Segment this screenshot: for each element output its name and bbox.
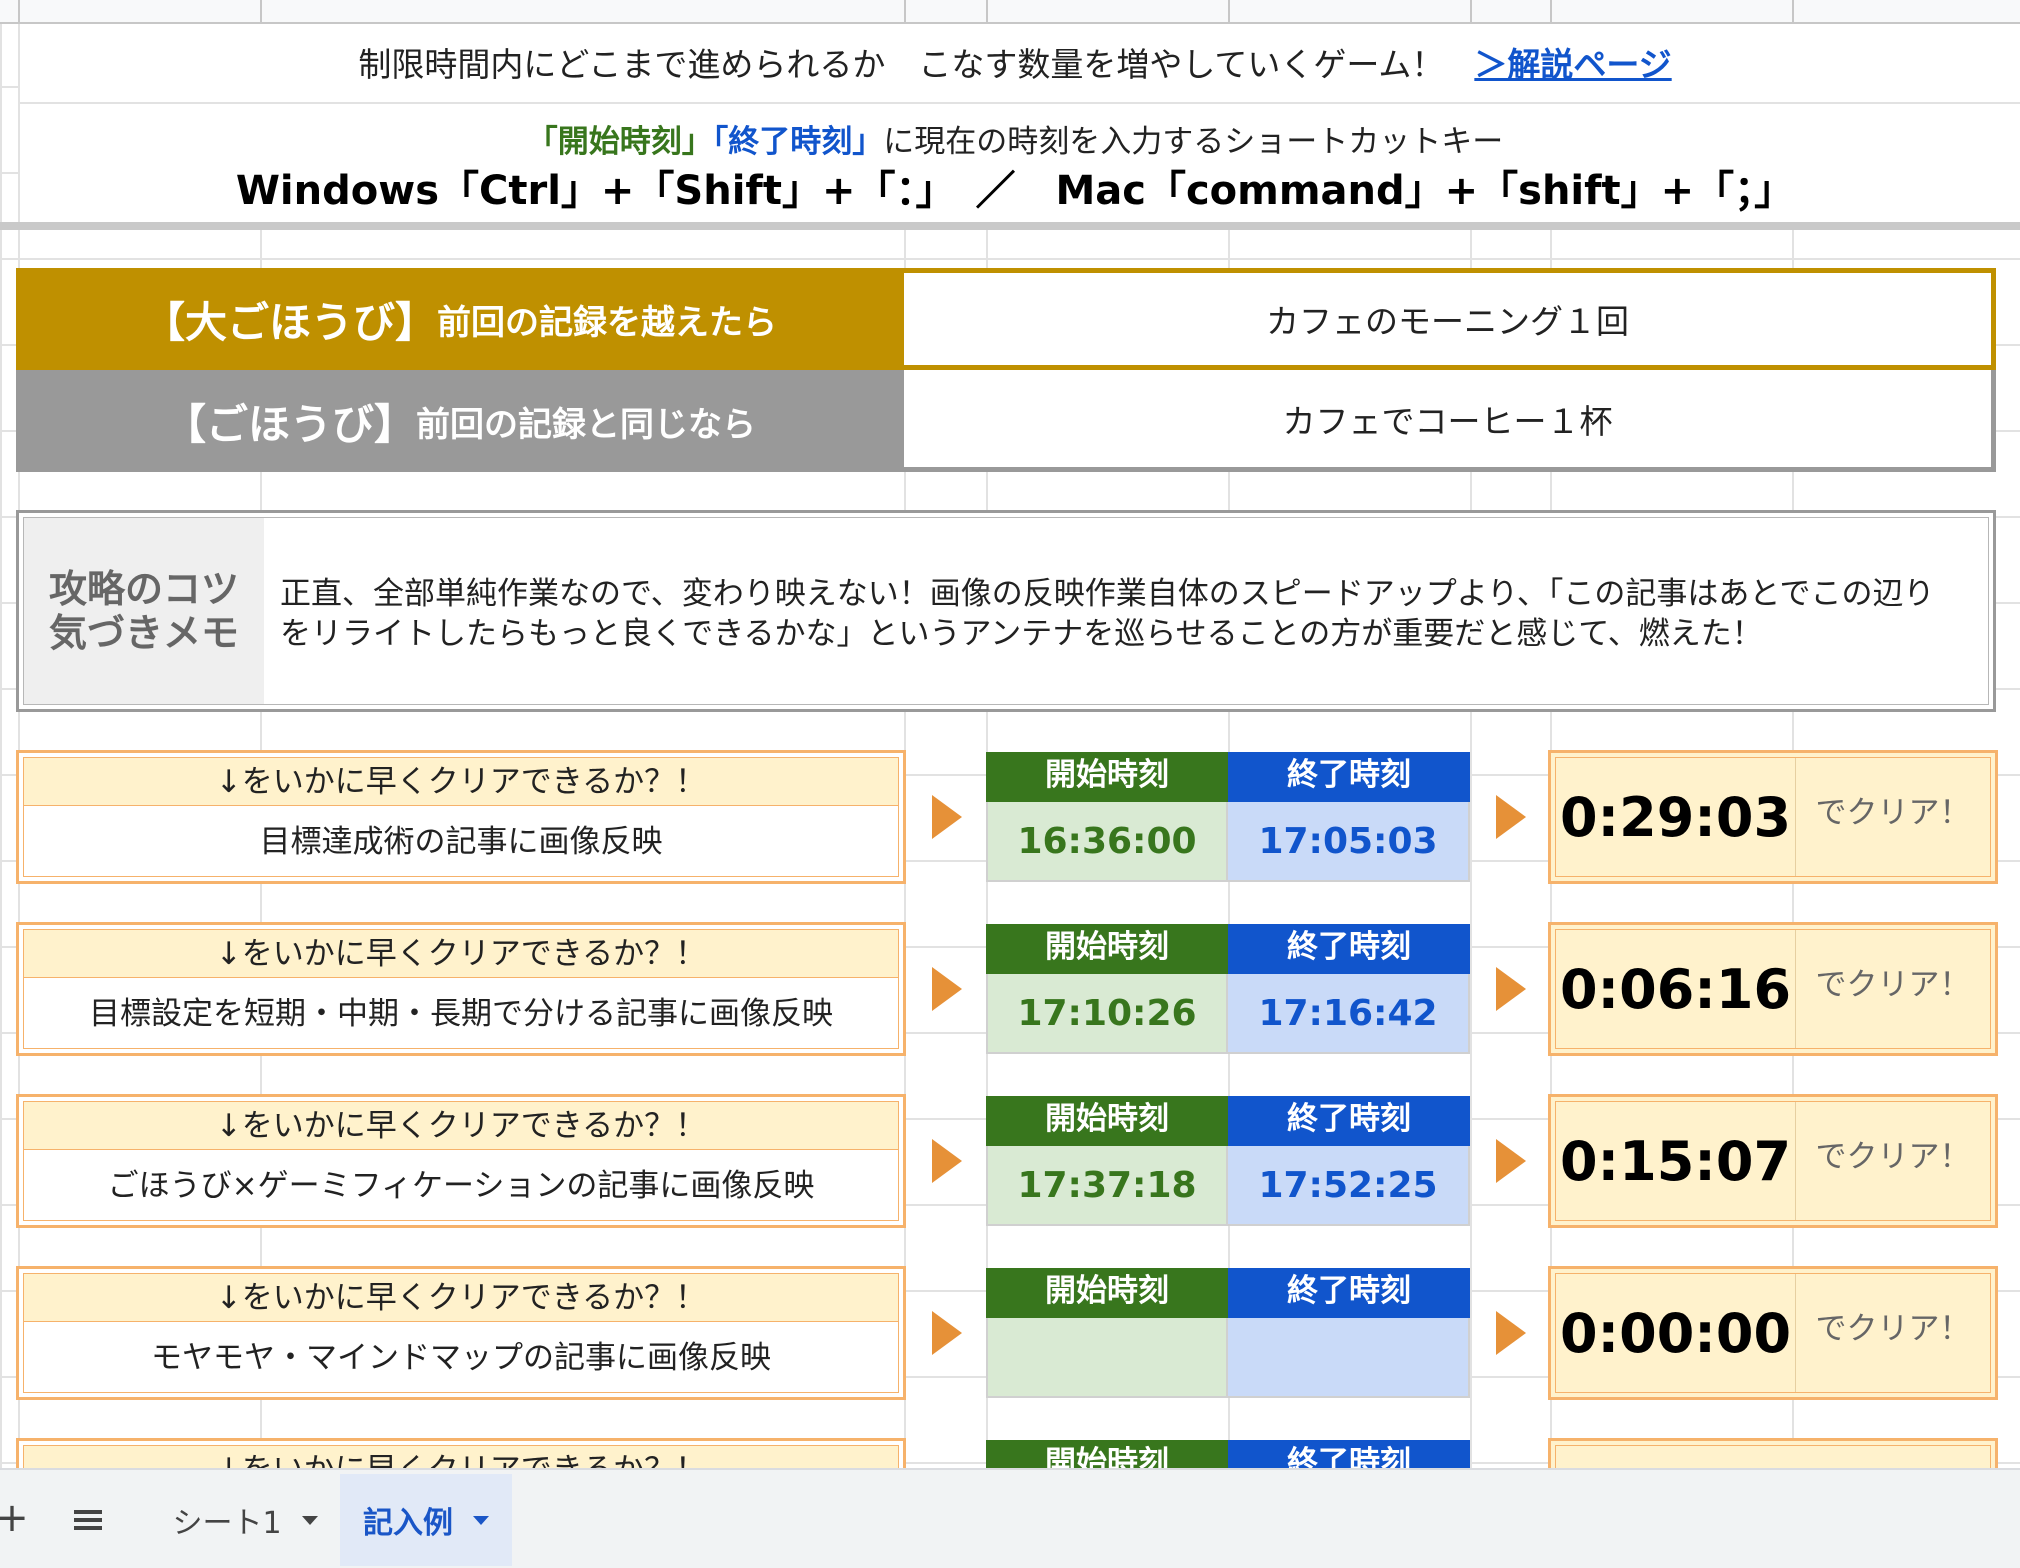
tab-label: シート1 (172, 1506, 282, 1541)
start-time-header[interactable]: 開始時刻 (986, 1096, 1228, 1146)
clear-time[interactable]: 0:15:07 (1556, 1102, 1796, 1220)
memo-label[interactable]: 攻略のコツ 気づきメモ (24, 518, 264, 704)
shortcut-text: に現在の時刻を入力するショートカットキー (883, 124, 1504, 160)
clear-time[interactable]: 0:06:16 (1556, 930, 1796, 1048)
chevron-down-icon[interactable] (473, 1515, 489, 1525)
reward-bracket: 【ごほうび】 (163, 399, 416, 449)
start-time-cell[interactable] (986, 1318, 1228, 1398)
start-time-cell[interactable]: 17:37:18 (986, 1146, 1228, 1226)
chevron-down-icon[interactable] (301, 1515, 318, 1525)
task-header[interactable]: ↓をいかに早くクリアできるか？！ (24, 1274, 898, 1322)
add-sheet-button[interactable]: + (0, 1488, 30, 1548)
task-box: ↓をいかに早くクリアできるか？！ モヤモヤ・マインドマップの記事に画像反映 (16, 1266, 906, 1400)
clear-suffix[interactable]: でクリア！ (1796, 930, 1990, 1048)
arrow-right-icon (1496, 795, 1526, 839)
end-time-cell[interactable]: 17:16:42 (1228, 974, 1470, 1054)
end-time-cell[interactable] (1228, 1318, 1470, 1398)
shortcut-end-label: 「終了時刻」 (712, 124, 884, 160)
description-text: 制限時間内にどこまで進められるか こなす数量を増やしていくゲーム！ (358, 45, 1445, 84)
arrow-right-icon (1496, 1139, 1526, 1183)
arrow-right-icon (932, 967, 962, 1011)
task-box: ↓をいかに早くクリアできるか？！ 目標達成術の記事に画像反映 (16, 750, 906, 884)
sheet-tab-bar: + シート1 記入例 (0, 1468, 2020, 1568)
result-box: 0:29:03 でクリア！ (1548, 750, 1998, 884)
task-header[interactable]: ↓をいかに早くクリアできるか？！ (24, 1102, 898, 1150)
shortcut-description[interactable]: 「開始時刻」「終了時刻」に現在の時刻を入力するショートカットキー (20, 116, 2010, 161)
tab-label: 記入例 (363, 1506, 453, 1541)
big-reward-bracket: 【大ごほうび】 (142, 297, 437, 347)
shortcut-keys[interactable]: Windows「Ctrl」+「Shift」+「：」 ／ Mac「command」… (20, 158, 2010, 216)
start-time-header[interactable]: 開始時刻 (986, 752, 1228, 802)
tab-sheet1[interactable]: シート1 (160, 1474, 330, 1566)
result-box: 0:00:00 でクリア！ (1548, 1266, 1998, 1400)
frozen-row-divider[interactable] (0, 222, 2020, 230)
task-name[interactable]: ごほうび×ゲーミフィケーションの記事に画像反映 (24, 1150, 898, 1222)
big-reward-value[interactable]: カフェのモーニング１回 (904, 268, 1996, 370)
arrow-right-icon (932, 1311, 962, 1355)
big-reward-condition: 前回の記録を越えたら (437, 302, 777, 343)
start-time-cell[interactable]: 17:10:26 (986, 974, 1228, 1054)
end-time-header[interactable]: 終了時刻 (1228, 1440, 1470, 1468)
clear-suffix[interactable]: でクリア！ (1796, 1274, 1990, 1392)
start-time-cell[interactable]: 16:36:00 (986, 802, 1228, 882)
tab-example[interactable]: 記入例 (340, 1474, 512, 1566)
clear-suffix[interactable]: でクリア！ (1796, 758, 1990, 876)
clear-suffix[interactable]: でクリア！ (1796, 1102, 1990, 1220)
clear-time[interactable]: 0:29:03 (1556, 758, 1796, 876)
all-sheets-menu-icon[interactable] (70, 1500, 110, 1540)
shortcut-row: 「開始時刻」「終了時刻」に現在の時刻を入力するショートカットキー Windows… (20, 104, 2020, 224)
end-time-header[interactable]: 終了時刻 (1228, 752, 1470, 802)
big-reward-label[interactable]: 【大ごほうび】 前回の記録を越えたら (16, 268, 904, 370)
arrow-right-icon (932, 795, 962, 839)
start-time-header[interactable]: 開始時刻 (986, 1268, 1228, 1318)
description-cell[interactable]: 制限時間内にどこまで進められるか こなす数量を増やしていくゲーム！ ＞解説ページ (20, 38, 2010, 86)
task-name[interactable]: 目標設定を短期・中期・長期で分ける記事に画像反映 (24, 978, 898, 1050)
result-box: 0:15:07 でクリア！ (1548, 1094, 1998, 1228)
start-time-header[interactable]: 開始時刻 (986, 924, 1228, 974)
end-time-header[interactable]: 終了時刻 (1228, 1096, 1470, 1146)
task-header[interactable]: ↓をいかに早くクリアできるか？！ (24, 930, 898, 978)
clear-time[interactable]: 0:00:00 (1556, 1274, 1796, 1392)
end-time-cell[interactable]: 17:52:25 (1228, 1146, 1470, 1226)
task-header[interactable]: ↓をいかに早くクリアできるか？！ (24, 758, 898, 806)
task-name[interactable]: 目標達成術の記事に画像反映 (24, 806, 898, 878)
shortcut-start-label: 「開始時刻」 (526, 124, 713, 160)
task-name[interactable]: モヤモヤ・マインドマップの記事に画像反映 (24, 1322, 898, 1394)
start-time-header[interactable]: 開始時刻 (986, 1440, 1228, 1468)
arrow-right-icon (1496, 1311, 1526, 1355)
arrow-right-icon (1496, 967, 1526, 1011)
task-header[interactable]: ↓をいかに早くクリアできるか？！ (24, 1446, 898, 1468)
task-box: ↓をいかに早くクリアできるか？！ 目標設定を短期・中期・長期で分ける記事に画像反… (16, 922, 906, 1056)
reward-condition: 前回の記録と同じなら (416, 404, 756, 445)
explanation-page-link[interactable]: ＞解説ページ (1474, 45, 1671, 84)
memo-box: 攻略のコツ 気づきメモ 正直、全部単純作業なので、変わり映えない！画像の反映作業… (16, 510, 1996, 712)
end-time-header[interactable]: 終了時刻 (1228, 924, 1470, 974)
spreadsheet-grid[interactable]: 制限時間内にどこまで進められるか こなす数量を増やしていくゲーム！ ＞解説ページ … (0, 0, 2020, 1468)
result-box (1548, 1438, 1998, 1468)
description-row: 制限時間内にどこまで進められるか こなす数量を増やしていくゲーム！ ＞解説ページ (20, 24, 2020, 104)
end-time-cell[interactable]: 17:05:03 (1228, 802, 1470, 882)
arrow-right-icon (932, 1139, 962, 1183)
result-box: 0:06:16 でクリア！ (1548, 922, 1998, 1056)
reward-label[interactable]: 【ごほうび】 前回の記録と同じなら (16, 370, 904, 472)
end-time-header[interactable]: 終了時刻 (1228, 1268, 1470, 1318)
memo-label-line2: 気づきメモ (48, 611, 239, 655)
column-header-row[interactable] (0, 0, 2020, 24)
task-box: ↓をいかに早くクリアできるか？！ ごほうび×ゲーミフィケーションの記事に画像反映 (16, 1094, 906, 1228)
reward-value[interactable]: カフェでコーヒー１杯 (904, 370, 1996, 472)
memo-label-line1: 攻略のコツ (48, 567, 239, 611)
task-box: ↓をいかに早くクリアできるか？！ (16, 1438, 906, 1468)
memo-text[interactable]: 正直、全部単純作業なので、変わり映えない！画像の反映作業自体のスピードアップより… (280, 574, 1948, 654)
